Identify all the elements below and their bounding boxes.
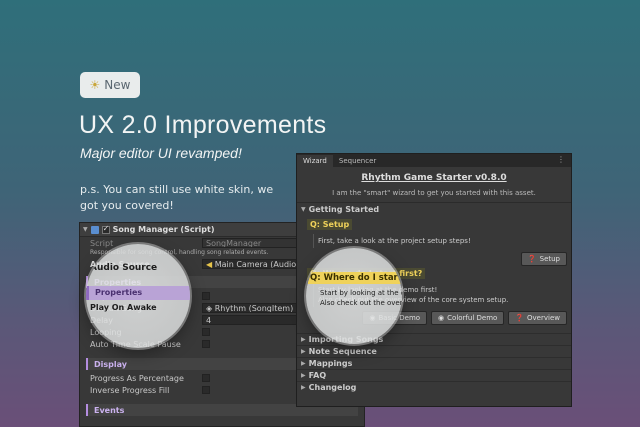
hero-subtitle: Major editor UI revamped! [80, 145, 242, 161]
script-label: Script [90, 238, 114, 248]
play-on-awake-label: Play On Awake [90, 291, 149, 301]
object-icon: ◈ [206, 303, 213, 313]
wizard-title[interactable]: Rhythm Game Starter v0.8.0 [297, 173, 571, 183]
auto-time-scale-label: Auto Time Scale Pause [90, 339, 181, 349]
fold-changelog[interactable]: ▶ Changelog [297, 381, 571, 393]
q-where-line-1: Start by looking at the demo first! [318, 286, 438, 294]
script-icon [90, 225, 99, 234]
help-icon: ❓ [527, 255, 537, 263]
basic-demo-button[interactable]: ◉ Basic Demo [362, 311, 428, 325]
audio-source-label: Audio Source [90, 259, 150, 269]
foldout-closed-icon: ▶ [301, 348, 306, 355]
overview-label: Overview [527, 314, 560, 322]
looping-label: Looping [90, 327, 122, 337]
q-setup-text: First, take a look at the project setup … [313, 234, 565, 248]
looping-checkbox[interactable] [202, 328, 210, 336]
fold-mappings[interactable]: ▶ Mappings [297, 357, 571, 369]
foldout-list: ▶ Importing Songs ▶ Note Sequence ▶ Mapping… [297, 333, 571, 393]
faq-setup: Q: Setup First, take a look at the proje… [307, 219, 565, 248]
hero-title: UX 2.0 Improvements [79, 111, 327, 139]
fold-label: FAQ [308, 371, 327, 380]
auto-time-scale-checkbox[interactable] [202, 340, 210, 348]
q-where-text: Start by looking at the demo first! Also… [313, 283, 565, 307]
component-enabled-checkbox[interactable] [101, 224, 110, 234]
window-menu-icon[interactable]: ⋮ [557, 155, 565, 164]
faq-where-start: Q: Where do I start first? Start by look… [307, 268, 565, 307]
hero-ps-note: p.s. You can still use white skin, we go… [80, 183, 274, 212]
foldout-open-icon: ▼ [301, 205, 306, 213]
delay-label: Delay [90, 315, 113, 325]
lightbulb-icon: ☀ [89, 78, 101, 92]
inverse-progress-checkbox[interactable] [202, 386, 210, 394]
fold-label: Mappings [308, 359, 353, 368]
q-where-line-2: Also check out the overview of the core … [318, 296, 509, 304]
eye-icon: ◉ [438, 314, 445, 322]
setup-button[interactable]: ❓ Setup [520, 252, 567, 266]
fold-label: Importing Songs [308, 335, 384, 344]
help-icon: ❓ [515, 314, 525, 322]
fold-label: Changelog [308, 383, 357, 392]
foldout-closed-icon: ▶ [301, 372, 306, 379]
foldout-closed-icon: ▶ [301, 360, 306, 367]
component-title: Song Manager (Script) [112, 225, 215, 234]
setup-button-label: Setup [539, 255, 560, 263]
default-song-value: Rhythm (SongItem) [214, 303, 294, 313]
inverse-progress-label: Inverse Progress Fill [90, 385, 170, 395]
progress-pct-checkbox[interactable] [202, 374, 210, 382]
fold-label: Note Sequence [308, 347, 377, 356]
new-badge-label: New [104, 78, 131, 92]
new-badge: ☀ New [80, 72, 140, 98]
default-song-label: Default Song [90, 303, 142, 313]
q-where-heading: Q: Where do I start first? [307, 268, 426, 279]
eye-icon: ◉ [369, 314, 376, 322]
progress-pct-label: Progress As Percentage [90, 373, 184, 383]
foldout-closed-icon: ▶ [301, 384, 306, 391]
speaker-icon: ◀ [206, 259, 213, 269]
colorful-demo-label: Colorful Demo [447, 314, 498, 322]
fold-getting-started[interactable]: ▼ Getting Started [297, 203, 571, 215]
fold-importing-songs[interactable]: ▶ Importing Songs [297, 333, 571, 345]
colorful-demo-button[interactable]: ◉ Colorful Demo [431, 311, 505, 325]
wizard-tab-bar: Wizard Sequencer ⋮ [297, 154, 571, 167]
setup-button-row: ❓ Setup [297, 252, 567, 266]
script-value: SongManager [206, 238, 262, 248]
fold-getting-started-label: Getting Started [308, 204, 380, 214]
demo-button-row: ◉ Basic Demo ◉ Colorful Demo ❓ Overview [297, 311, 567, 325]
tab-wizard[interactable]: Wizard [297, 155, 333, 167]
fold-note-sequence[interactable]: ▶ Note Sequence [297, 345, 571, 357]
overview-button[interactable]: ❓ Overview [508, 311, 567, 325]
tab-sequencer[interactable]: Sequencer [333, 155, 382, 167]
wizard-tagline: I am the "smart" wizard to get you start… [332, 189, 536, 197]
foldout-triangle-icon[interactable]: ▼ [83, 226, 88, 233]
basic-demo-label: Basic Demo [378, 314, 421, 322]
foldout-closed-icon: ▶ [301, 336, 306, 343]
delay-value: 4 [206, 315, 212, 325]
play-on-awake-checkbox[interactable] [202, 292, 210, 300]
q-setup-heading: Q: Setup [307, 219, 353, 230]
wizard-window: Wizard Sequencer ⋮ Rhythm Game Starter v… [296, 153, 572, 407]
fold-faq[interactable]: ▶ FAQ [297, 369, 571, 381]
